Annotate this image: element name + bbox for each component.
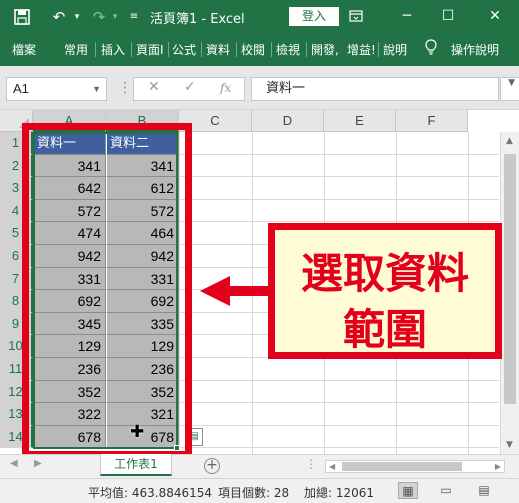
name-box-value: A1 <box>13 81 29 96</box>
tab-separator <box>271 42 272 57</box>
sign-in-button[interactable]: 登入 <box>289 7 339 26</box>
tab-separator <box>201 42 202 57</box>
save-icon[interactable] <box>12 6 32 28</box>
undo-dropdown-icon[interactable]: ▾ <box>72 6 82 28</box>
tab-separator <box>131 42 132 57</box>
sheet-tab-active[interactable]: 工作表1 <box>100 454 172 476</box>
more-icon[interactable]: ⋮ <box>305 457 317 471</box>
minimize-icon[interactable]: ─ <box>392 4 422 28</box>
ribbon: 檔案 常用 插入 頁面I 公式 資料 校閱 檢視 開發, 增益! 說明 操作說明 <box>0 34 519 66</box>
more-options-icon[interactable]: ⋮ <box>118 80 132 96</box>
callout-arrow-shaft <box>228 286 268 296</box>
normal-view-icon[interactable]: ▦ <box>398 482 418 499</box>
callout-text-line1: 選取資料 <box>300 249 469 298</box>
tab-view[interactable]: 檢視 <box>276 41 300 58</box>
tab-separator <box>306 42 307 57</box>
status-average: 平均值: 463.8846154 <box>88 486 213 500</box>
tab-formulas[interactable]: 公式 <box>172 41 196 58</box>
scroll-right-icon[interactable]: ▶ <box>495 461 501 472</box>
scroll-up-icon[interactable]: ▲ <box>506 136 513 146</box>
tab-separator <box>95 42 96 57</box>
cancel-icon[interactable]: ✕ <box>148 79 160 95</box>
callout-arrow-icon <box>200 276 230 306</box>
close-icon[interactable]: ✕ <box>480 4 510 28</box>
formula-value: 資料一 <box>266 81 306 96</box>
tab-data[interactable]: 資料 <box>206 41 230 58</box>
formula-input[interactable]: 資料一 <box>251 77 499 101</box>
redo-icon[interactable]: ↷ <box>88 6 110 28</box>
selection-highlight-frame <box>22 123 192 458</box>
tab-file[interactable]: 檔案 <box>12 41 36 58</box>
page-break-preview-icon[interactable]: ▤ <box>474 482 494 499</box>
tab-separator <box>236 42 237 57</box>
vertical-scrollbar[interactable]: ▲ ▼ <box>500 132 519 454</box>
formula-buttons: ✕ ✓ fx <box>133 77 245 101</box>
tab-separator <box>378 42 379 57</box>
tell-me-search[interactable]: 操作說明 <box>451 41 499 58</box>
tab-review[interactable]: 校閱 <box>241 41 265 58</box>
tab-developer[interactable]: 開發, <box>311 41 339 58</box>
redo-dropdown-icon[interactable]: ▾ <box>110 6 120 28</box>
scroll-down-icon[interactable]: ▼ <box>506 440 513 450</box>
ribbon-display-options-icon[interactable] <box>341 4 371 28</box>
column-header-d[interactable]: D <box>252 110 324 132</box>
column-header-f[interactable]: F <box>396 110 468 132</box>
status-count: 項目個數: 28 <box>218 486 290 500</box>
callout-text-line2: 範圍 <box>342 305 427 354</box>
horizontal-scroll-thumb[interactable] <box>342 462 462 471</box>
prev-sheet-icon[interactable]: ◀ <box>10 458 18 469</box>
next-sheet-icon[interactable]: ▶ <box>34 458 42 469</box>
tab-separator <box>168 42 169 57</box>
title-bar: ↶ ▾ ↷ ▾ ≡ 活頁簿1 - Excel 登入 ─ ☐ ✕ <box>0 0 519 34</box>
chevron-down-icon[interactable]: ▼ <box>92 78 101 100</box>
enter-check-icon[interactable]: ✓ <box>184 79 196 95</box>
tab-addins[interactable]: 增益! <box>347 41 376 58</box>
formula-bar-area: A1 ▼ ⋮ ✕ ✓ fx 資料一 ▼ <box>0 66 519 110</box>
sheet-tab-bar: ◀ ▶ 工作表1 + ⋮ ◀ ▶ <box>0 454 519 478</box>
customize-toolbar-icon[interactable]: ≡ <box>128 6 140 28</box>
tab-help[interactable]: 說明 <box>383 41 407 58</box>
scroll-left-icon[interactable]: ◀ <box>329 461 335 472</box>
tab-page-layout[interactable]: 頁面I <box>136 41 164 58</box>
status-bar: 平均值: 463.8846154 項目個數: 28 加總: 12061 ▦ ▭ … <box>0 478 519 503</box>
column-header-e[interactable]: E <box>324 110 396 132</box>
tab-insert[interactable]: 插入 <box>101 41 125 58</box>
horizontal-scrollbar[interactable]: ◀ ▶ <box>325 460 505 473</box>
expand-icon[interactable]: ▼ <box>508 78 515 88</box>
status-sum: 加總: 12061 <box>304 486 375 500</box>
lightbulb-icon[interactable] <box>424 39 438 59</box>
formula-expand[interactable]: ▼ <box>500 77 519 101</box>
vertical-scroll-thumb[interactable] <box>504 154 516 404</box>
tab-home[interactable]: 常用 <box>64 41 88 58</box>
annotation-callout: 選取資料 範圍 <box>268 223 502 359</box>
page-layout-view-icon[interactable]: ▭ <box>436 482 456 499</box>
name-box[interactable]: A1 ▼ <box>6 77 107 101</box>
window-title: 活頁簿1 - Excel <box>150 12 245 27</box>
insert-function-icon[interactable]: fx <box>220 81 231 95</box>
undo-icon[interactable]: ↶ <box>48 6 70 28</box>
add-sheet-icon[interactable]: + <box>204 458 220 474</box>
maximize-icon[interactable]: ☐ <box>433 4 463 28</box>
